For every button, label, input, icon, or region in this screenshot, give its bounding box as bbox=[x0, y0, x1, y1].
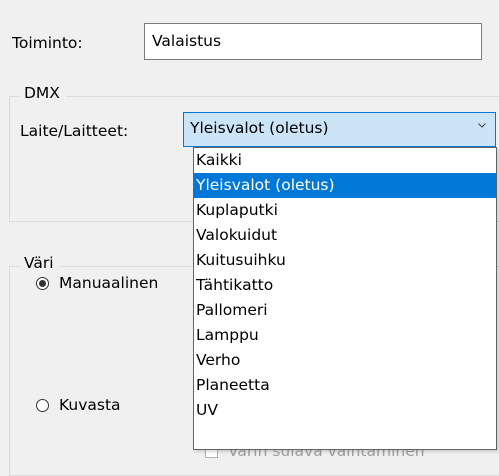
kuvasta-radio-option[interactable]: Kuvasta bbox=[36, 396, 121, 414]
dropdown-item-tahtikatto[interactable]: Tähtikatto bbox=[194, 273, 496, 298]
devices-dropdown-list[interactable]: Kaikki Yleisvalot (oletus) Kuplaputki Va… bbox=[193, 147, 497, 450]
dropdown-item-yleisvalot[interactable]: Yleisvalot (oletus) bbox=[194, 173, 496, 198]
dropdown-item-kaikki[interactable]: Kaikki bbox=[194, 148, 496, 173]
dropdown-item-kuitusuihku[interactable]: Kuitusuihku bbox=[194, 248, 496, 273]
dmx-group-title: DMX bbox=[20, 84, 66, 102]
dropdown-item-uv[interactable]: UV bbox=[194, 398, 496, 423]
devices-combobox[interactable]: Yleisvalot (oletus) bbox=[183, 112, 496, 147]
dropdown-item-lamppu[interactable]: Lamppu bbox=[194, 323, 496, 348]
kuvasta-radio-label: Kuvasta bbox=[59, 396, 121, 414]
manual-radio-label: Manuaalinen bbox=[59, 274, 159, 292]
radio-button-icon[interactable] bbox=[36, 398, 49, 412]
dropdown-item-pallomeri[interactable]: Pallomeri bbox=[194, 298, 496, 323]
radio-button-icon[interactable] bbox=[36, 276, 49, 290]
devices-label: Laite/Laitteet: bbox=[20, 122, 129, 140]
toiminto-label: Toiminto: bbox=[12, 34, 83, 52]
dropdown-item-verho[interactable]: Verho bbox=[194, 348, 496, 373]
devices-combobox-value: Yleisvalot (oletus) bbox=[190, 119, 329, 137]
dropdown-item-kuplaputki[interactable]: Kuplaputki bbox=[194, 198, 496, 223]
vari-group-title: Väri bbox=[20, 254, 60, 272]
dropdown-item-planeetta[interactable]: Planeetta bbox=[194, 373, 496, 398]
toiminto-input[interactable]: Valaistus bbox=[144, 23, 482, 60]
manual-radio-option[interactable]: Manuaalinen bbox=[36, 274, 158, 292]
chevron-down-icon bbox=[478, 123, 486, 128]
dropdown-item-valokuidut[interactable]: Valokuidut bbox=[194, 223, 496, 248]
